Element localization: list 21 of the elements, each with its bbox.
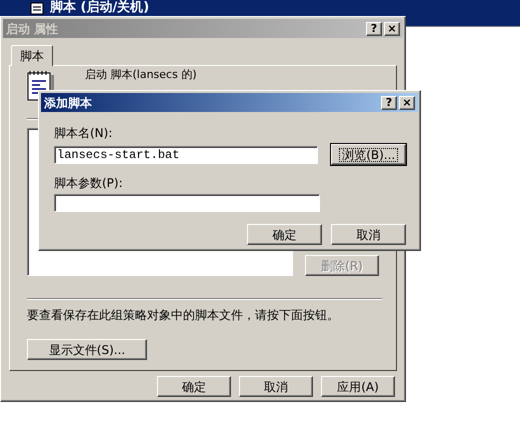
tab[interactable]: 脚本	[11, 45, 53, 66]
field-label: 脚本名(N):	[54, 125, 114, 142]
script-parameters-field[interactable]	[54, 194, 320, 212]
title-bar-button[interactable]: ×	[384, 22, 400, 36]
dialog-button[interactable]: 取消	[331, 224, 406, 245]
field-label: 脚本参数(P):	[54, 175, 124, 192]
hint-text: 要查看保存在此组策略对象中的脚本文件，请按下面按钮。	[27, 307, 340, 324]
window-title: 启动 属性	[6, 22, 60, 34]
dialog-button[interactable]: 确定	[247, 224, 322, 245]
window-title: 添加脚本	[44, 96, 93, 108]
heading-text: 启动 脚本(lansecs 的)	[85, 69, 197, 81]
show-files-button[interactable]: 显示文件(S)...	[27, 339, 147, 360]
browse-button[interactable]: 浏览(B)...	[331, 144, 406, 165]
title-bar-button[interactable]: ?	[366, 22, 382, 36]
dialog-button[interactable]: 确定	[157, 376, 231, 397]
window-title: 脚本 (启动/关机)	[50, 1, 150, 14]
title-bar-button[interactable]: ×	[399, 96, 415, 110]
title-bar-button[interactable]: ?	[381, 96, 397, 110]
script-name-field[interactable]: lansecs-start.bat	[54, 146, 318, 164]
dialog-button[interactable]: 取消	[239, 376, 313, 397]
dialog-button[interactable]: 应用(A)	[321, 376, 395, 397]
